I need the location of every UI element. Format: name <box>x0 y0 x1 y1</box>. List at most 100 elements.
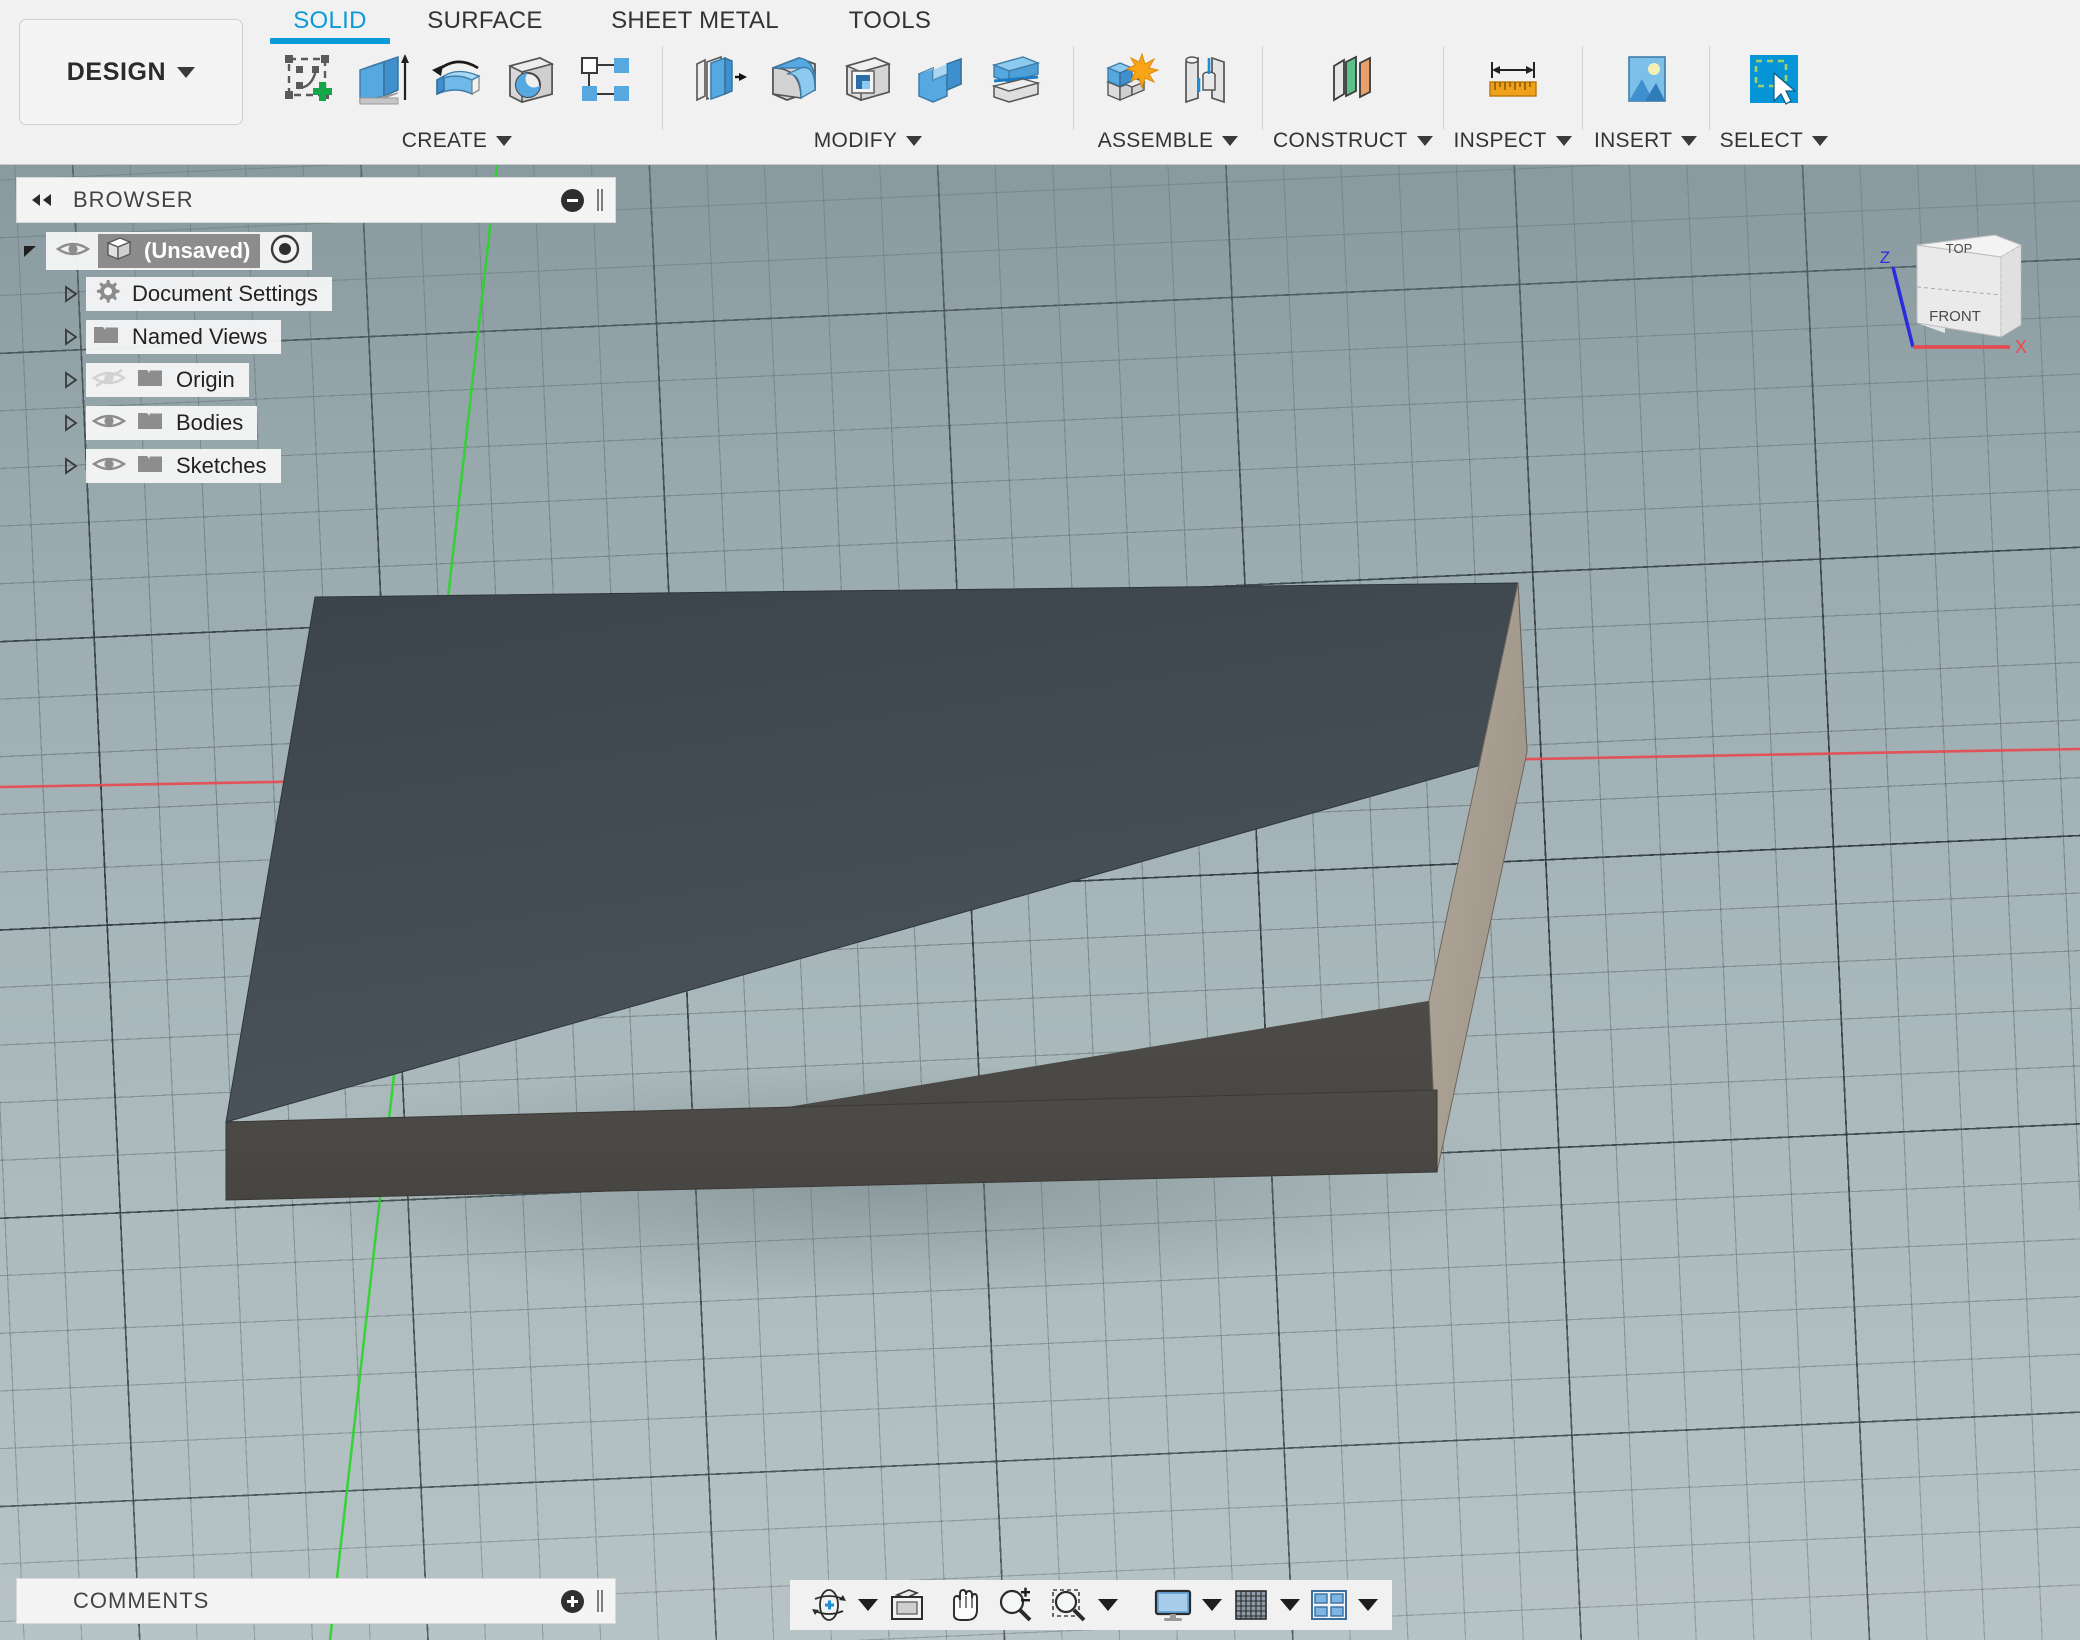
select-group-dropdown[interactable]: SELECT <box>1720 126 1829 156</box>
revolve-icon[interactable] <box>420 40 494 118</box>
display-settings-icon[interactable] <box>1146 1583 1200 1627</box>
extrude-icon[interactable] <box>346 40 420 118</box>
pan-icon[interactable] <box>934 1583 988 1627</box>
zoom-icon[interactable] <box>988 1583 1042 1627</box>
measure-icon[interactable] <box>1470 40 1556 118</box>
folder-icon <box>136 365 166 396</box>
expand-arrow-right-icon[interactable] <box>56 370 86 390</box>
grid-snap-caret[interactable] <box>1278 1583 1302 1627</box>
comments-title: COMMENTS <box>73 1588 210 1613</box>
folder-icon <box>136 408 166 439</box>
group-separator <box>1581 46 1583 130</box>
group-separator <box>1442 46 1444 130</box>
select-window-icon[interactable] <box>1731 40 1817 118</box>
view-cube[interactable]: TOP FRONT Z X <box>1855 215 2065 375</box>
chevron-down-icon <box>1416 136 1433 146</box>
insert-image-icon[interactable] <box>1603 40 1689 118</box>
browser-header: BROWSER <box>16 177 616 223</box>
combine-icon[interactable] <box>905 40 979 118</box>
zoom-window-icon[interactable] <box>1042 1583 1096 1627</box>
add-comment-icon[interactable] <box>561 1589 584 1613</box>
create-group-label: CREATE <box>401 129 488 152</box>
zoom-dropdown-caret[interactable] <box>1096 1583 1120 1627</box>
tab-solid[interactable]: SOLID <box>270 4 390 44</box>
tree-row-document-settings[interactable]: Document Settings <box>16 276 616 312</box>
construct-group-dropdown[interactable]: CONSTRUCT <box>1273 126 1433 156</box>
ribbon-tab-bar: SOLID SURFACE SHEET METAL TOOLS <box>270 4 970 44</box>
orbit-icon[interactable] <box>802 1583 856 1627</box>
ribbon-groups: CREATE MODIFY ASSEMBLE CONSTRUCT INSPECT… <box>262 40 1829 160</box>
display-settings-caret[interactable] <box>1200 1583 1224 1627</box>
browser-panel: BROWSER (Unsaved) Document Settings Name… <box>16 177 616 491</box>
joint-icon[interactable] <box>1168 40 1242 118</box>
design-workspace-label: DESIGN <box>66 57 167 86</box>
design-workspace-button[interactable]: DESIGN <box>19 19 243 125</box>
component-activate-radio[interactable] <box>268 232 302 271</box>
new-component-icon[interactable] <box>1094 40 1168 118</box>
tab-tools[interactable]: TOOLS <box>810 4 970 44</box>
tree-row-unsaved[interactable]: (Unsaved) <box>16 232 616 271</box>
chevron-down-icon <box>177 66 196 78</box>
viewport-layout-caret[interactable] <box>1356 1583 1380 1627</box>
tab-sheet-metal[interactable]: SHEET METAL <box>580 4 810 44</box>
chevron-down-icon <box>1812 136 1829 146</box>
visibility-eye-icon[interactable] <box>91 410 127 437</box>
tree-item-label: Document Settings <box>132 281 318 306</box>
expand-arrow-right-icon[interactable] <box>56 284 86 304</box>
visibility-eye-icon[interactable] <box>91 453 127 480</box>
create-sketch-icon[interactable] <box>272 40 346 118</box>
fillet-icon[interactable] <box>757 40 831 118</box>
group-separator <box>1708 46 1710 130</box>
component-cube-icon <box>104 235 134 268</box>
insert-group-label: INSERT <box>1593 129 1673 152</box>
tree-item-label: Origin <box>176 367 235 392</box>
modify-group-label: MODIFY <box>813 129 898 152</box>
split-face-icon[interactable] <box>979 40 1053 118</box>
visibility-eye-icon[interactable] <box>55 238 91 265</box>
hole-icon[interactable] <box>494 40 568 118</box>
expand-arrow-right-icon[interactable] <box>56 456 86 476</box>
ribbon-group-insert: INSERT <box>1593 40 1699 160</box>
tree-row-origin[interactable]: Origin <box>16 362 616 398</box>
tab-surface[interactable]: SURFACE <box>390 4 580 44</box>
tree-row-bodies[interactable]: Bodies <box>16 405 616 441</box>
orbit-dropdown-caret[interactable] <box>856 1583 880 1627</box>
double-chevron-left-icon[interactable] <box>29 192 55 208</box>
shell-icon[interactable] <box>831 40 905 118</box>
create-group-dropdown[interactable]: CREATE <box>401 126 513 156</box>
ribbon-group-assemble: ASSEMBLE <box>1084 40 1252 160</box>
look-at-icon[interactable] <box>880 1583 934 1627</box>
group-separator <box>662 46 663 130</box>
tree-item-label: Named Views <box>132 324 268 349</box>
viewport-layout-icon[interactable] <box>1302 1583 1356 1627</box>
group-separator <box>1262 46 1263 130</box>
inspect-group-dropdown[interactable]: INSPECT <box>1454 126 1572 156</box>
view-cube-top-label: TOP <box>1946 241 1973 256</box>
tree-row-named-views[interactable]: Named Views <box>16 319 616 355</box>
rectangular-pattern-icon[interactable] <box>568 40 642 118</box>
assemble-group-dropdown[interactable]: ASSEMBLE <box>1098 126 1239 156</box>
tree-item-label: Sketches <box>176 453 267 478</box>
minimize-icon[interactable] <box>561 188 584 212</box>
grip-icon[interactable] <box>597 189 603 211</box>
grid-snap-icon[interactable] <box>1224 1583 1278 1627</box>
tree-row-sketches[interactable]: Sketches <box>16 448 616 484</box>
grip-icon[interactable] <box>597 1590 603 1612</box>
visibility-eye-off-icon[interactable] <box>91 367 127 394</box>
ribbon-group-inspect: INSPECT <box>1454 40 1572 160</box>
comments-panel: COMMENTS <box>16 1578 616 1624</box>
view-cube-faces[interactable]: TOP FRONT <box>1915 234 2023 338</box>
expand-arrow-right-icon[interactable] <box>56 413 86 433</box>
chevron-down-icon <box>1681 136 1698 146</box>
folder-icon <box>92 322 122 353</box>
insert-group-dropdown[interactable]: INSERT <box>1593 126 1698 156</box>
expand-arrow-down-icon[interactable] <box>16 241 46 261</box>
folder-icon <box>136 451 166 482</box>
construct-group-label: CONSTRUCT <box>1273 129 1408 152</box>
offset-plane-icon[interactable] <box>1310 40 1396 118</box>
press-pull-icon[interactable] <box>683 40 757 118</box>
chevron-down-icon <box>1555 136 1572 146</box>
expand-arrow-right-icon[interactable] <box>56 327 86 347</box>
modify-group-dropdown[interactable]: MODIFY <box>813 126 923 156</box>
x-axis-label: X <box>2015 337 2027 357</box>
